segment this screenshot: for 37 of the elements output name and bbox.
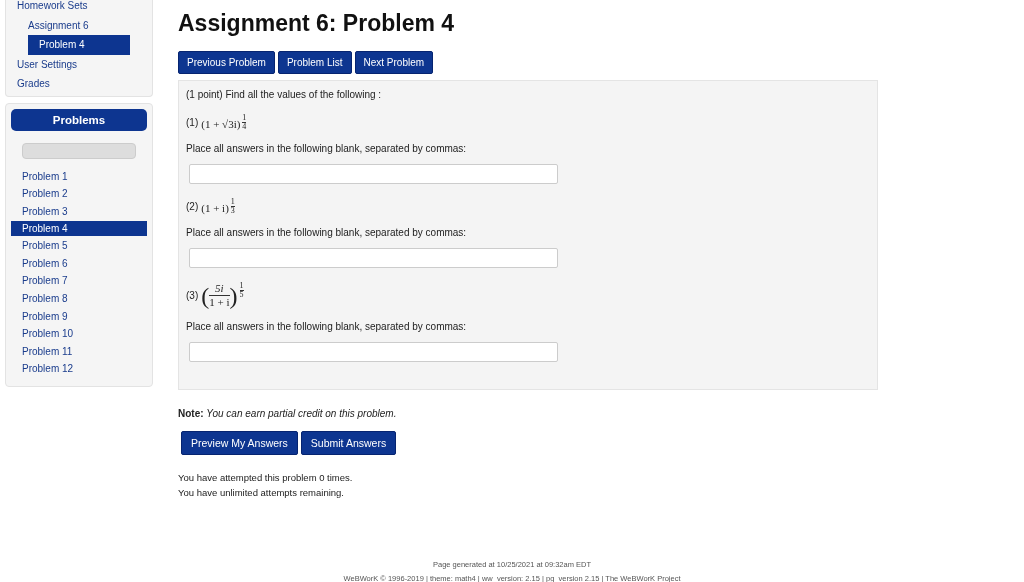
nav-link[interactable]: Homework Sets <box>6 0 152 16</box>
problem-link[interactable]: Problem 12 <box>11 360 147 379</box>
note-text: Note: You can earn partial credit on this problem. <box>178 408 398 419</box>
panel-title: Problems <box>11 108 147 131</box>
nav-link[interactable]: User Settings <box>6 54 152 74</box>
problem-link[interactable]: Problem 8 <box>11 290 147 308</box>
instruction-text: Place all answers in the following blank, separated by commas: <box>186 227 468 238</box>
answer-field[interactable] <box>189 248 558 268</box>
problem-link[interactable]: Problem 11 <box>11 342 147 361</box>
attempts-text: You have attempted this problem 0 times. <box>178 471 354 485</box>
answer-field[interactable] <box>189 342 558 362</box>
submit-button[interactable]: Preview My Answers <box>181 431 298 455</box>
nav-link[interactable]: Assignment 6 <box>6 15 152 35</box>
part-label: (3) <box>186 290 199 301</box>
problem-link[interactable]: Problem 2 <box>11 185 147 203</box>
nav-button[interactable]: Previous Problem <box>178 51 275 74</box>
part-label: (2) <box>186 201 199 212</box>
problem-link[interactable]: Problem 4 <box>11 221 147 237</box>
instruction-text: Place all answers in the following blank, separated by commas: <box>186 143 468 154</box>
nav-link[interactable]: Grades <box>6 74 152 94</box>
problem-intro: (1 point) Find all the values of the following : <box>186 89 383 100</box>
problem-link[interactable]: Problem 9 <box>11 307 147 326</box>
attempts-text: You have unlimited attempts remaining. <box>178 486 345 500</box>
problem-link[interactable]: Problem 6 <box>11 254 147 273</box>
nav-button[interactable]: Next Problem <box>354 51 434 74</box>
problem-link[interactable]: Problem 5 <box>11 237 147 255</box>
page-title: Assignment 6: Problem 4 <box>178 10 456 37</box>
problem-link[interactable]: Problem 10 <box>11 325 147 343</box>
problem-link[interactable]: Problem 1 <box>11 167 147 186</box>
problem-link[interactable]: Problem 3 <box>11 202 147 221</box>
nav-button[interactable]: Problem List <box>277 51 352 74</box>
part-label: (1) <box>186 117 199 128</box>
problem-link[interactable]: Problem 7 <box>11 272 147 291</box>
submit-button[interactable]: Submit Answers <box>300 431 397 455</box>
nav-link[interactable]: Problem 4 <box>28 35 130 55</box>
answer-field[interactable] <box>189 164 558 184</box>
instruction-text: Place all answers in the following blank, separated by commas: <box>186 321 468 332</box>
